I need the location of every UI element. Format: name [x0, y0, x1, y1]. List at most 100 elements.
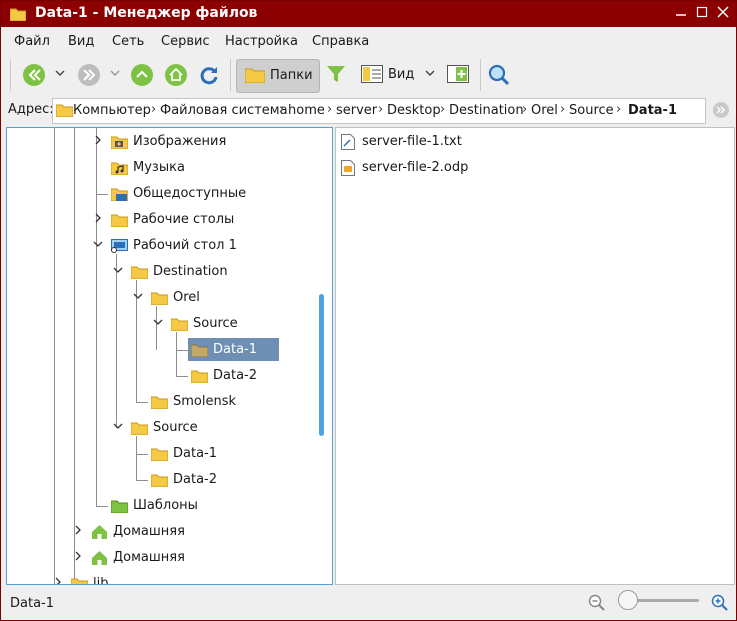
tree-item[interactable]: Destination	[111, 261, 311, 283]
tree-scrollbar[interactable]	[319, 294, 324, 436]
folder-icon	[9, 7, 27, 25]
tree-item[interactable]: Source	[151, 313, 311, 335]
tree-item-label: Рабочие столы	[133, 212, 235, 227]
home-icon[interactable]	[165, 64, 187, 86]
tree-line	[136, 480, 148, 481]
chevron-right-icon[interactable]	[73, 551, 83, 564]
zoom-in-icon[interactable]	[711, 594, 729, 616]
menu-network[interactable]: Сеть	[112, 34, 144, 49]
split-view-icon[interactable]	[447, 65, 469, 87]
tree-item-label: Шаблоны	[133, 498, 198, 513]
chevron-right-icon[interactable]	[53, 577, 63, 584]
tree-item[interactable]: Домашняя	[71, 547, 291, 569]
tree-item[interactable]: Общедоступные	[91, 183, 291, 205]
view-button-label[interactable]: Вид	[388, 67, 414, 82]
tree-line	[54, 128, 55, 584]
chevron-down-icon[interactable]	[113, 421, 123, 434]
breadcrumb-separator-icon: ›	[327, 102, 333, 117]
list-item[interactable]: server-file-1.txt	[340, 131, 540, 153]
close-icon[interactable]	[715, 6, 731, 22]
tree-item-selected[interactable]: Data-1	[188, 338, 279, 361]
folder-icon	[130, 265, 149, 283]
title-bar[interactable]: Data-1 - Менеджер файлов	[1, 1, 736, 27]
tree-line	[176, 350, 188, 351]
chevron-right-icon[interactable]	[73, 525, 83, 538]
tree-item[interactable]: Data-2	[190, 365, 311, 387]
menu-view[interactable]: Вид	[68, 34, 94, 49]
folder-icon	[244, 67, 266, 87]
breadcrumb-orel[interactable]: Orel	[531, 103, 558, 118]
tree-line	[136, 402, 148, 403]
file-list[interactable]: server-file-1.txt server-file-2.odp	[335, 127, 735, 585]
breadcrumb-current[interactable]: Data-1	[628, 103, 677, 118]
tree-line	[74, 128, 75, 584]
tree-item-label: Музыка	[133, 160, 185, 175]
tree-item-label: Source	[153, 420, 198, 435]
forward-icon[interactable]	[78, 64, 100, 86]
zoom-slider-handle[interactable]	[618, 590, 638, 610]
breadcrumb-server[interactable]: server	[336, 103, 377, 118]
breadcrumb-filesystem[interactable]: Файловая система	[160, 103, 288, 118]
tree-item[interactable]: Рабочий стол 1	[91, 235, 291, 257]
breadcrumb[interactable]: Компьютер › Файловая система › home › se…	[52, 98, 706, 124]
window-title: Data-1 - Менеджер файлов	[35, 5, 258, 21]
chevron-down-icon[interactable]	[133, 291, 143, 304]
file-name: server-file-1.txt	[362, 134, 462, 149]
folder-icon	[170, 317, 189, 335]
tree-item[interactable]: Data-1	[150, 443, 311, 465]
chevron-right-icon[interactable]	[93, 213, 103, 226]
tree-item-label: Data-1	[213, 342, 258, 357]
zoom-out-icon[interactable]	[588, 594, 606, 616]
filter-icon[interactable]	[326, 64, 346, 88]
tree-item[interactable]: Рабочие столы	[91, 209, 291, 231]
tree-item[interactable]: Изображения	[91, 131, 291, 153]
up-icon[interactable]	[131, 64, 153, 86]
toolbar-separator	[480, 59, 481, 91]
tree-item[interactable]: lib	[51, 573, 271, 584]
folders-button[interactable]: Папки	[236, 59, 320, 93]
chevron-right-icon[interactable]	[93, 135, 103, 148]
folder-icon	[150, 395, 169, 413]
tree-item[interactable]: Source	[111, 417, 311, 439]
breadcrumb-destination[interactable]: Destination	[449, 103, 524, 118]
menu-help[interactable]: Справка	[312, 34, 369, 49]
file-name: server-file-2.odp	[362, 160, 469, 175]
tree-item[interactable]: Музыка	[91, 157, 291, 179]
status-text: Data-1	[10, 596, 55, 611]
tree-line	[176, 332, 177, 376]
folder-icon	[70, 577, 89, 584]
forward-dropdown-icon[interactable]	[110, 67, 120, 82]
chevron-down-icon[interactable]	[153, 317, 163, 330]
list-item[interactable]: server-file-2.odp	[340, 157, 540, 179]
chevron-down-icon[interactable]	[113, 265, 123, 278]
minimize-icon[interactable]	[673, 6, 689, 22]
tree-item-label: Source	[193, 316, 238, 331]
chevron-down-icon[interactable]	[93, 239, 103, 252]
breadcrumb-computer[interactable]: Компьютер	[73, 103, 151, 118]
menu-settings[interactable]: Настройка	[225, 34, 298, 49]
tree-item[interactable]: Шаблоны	[110, 495, 311, 517]
search-icon[interactable]	[488, 64, 510, 90]
folder-tree[interactable]: Изображения Музыка Общедоступные Рабочие…	[6, 127, 333, 585]
tree-item-label: Домашняя	[113, 550, 185, 565]
menu-service[interactable]: Сервис	[161, 34, 210, 49]
view-dropdown-icon[interactable]	[425, 67, 435, 82]
tree-item[interactable]: Smolensk	[150, 391, 311, 413]
tree-item-label: Data-2	[173, 472, 218, 487]
templates-folder-icon	[110, 499, 129, 517]
breadcrumb-home[interactable]: home	[288, 103, 325, 118]
breadcrumb-separator-icon: ›	[616, 102, 622, 117]
folders-button-label: Папки	[270, 68, 313, 83]
tree-item[interactable]: Orel	[131, 287, 311, 309]
tree-item[interactable]: Data-2	[150, 469, 311, 491]
back-dropdown-icon[interactable]	[55, 67, 65, 82]
maximize-icon[interactable]	[694, 6, 710, 22]
go-icon[interactable]	[712, 101, 730, 123]
tree-item[interactable]: Домашняя	[71, 521, 291, 543]
back-icon[interactable]	[23, 64, 45, 86]
view-icon[interactable]	[361, 65, 383, 87]
menu-file[interactable]: Файл	[14, 34, 50, 49]
refresh-icon[interactable]	[198, 64, 220, 90]
breadcrumb-source[interactable]: Source	[569, 103, 614, 118]
breadcrumb-desktop[interactable]: Desktop	[387, 103, 441, 118]
